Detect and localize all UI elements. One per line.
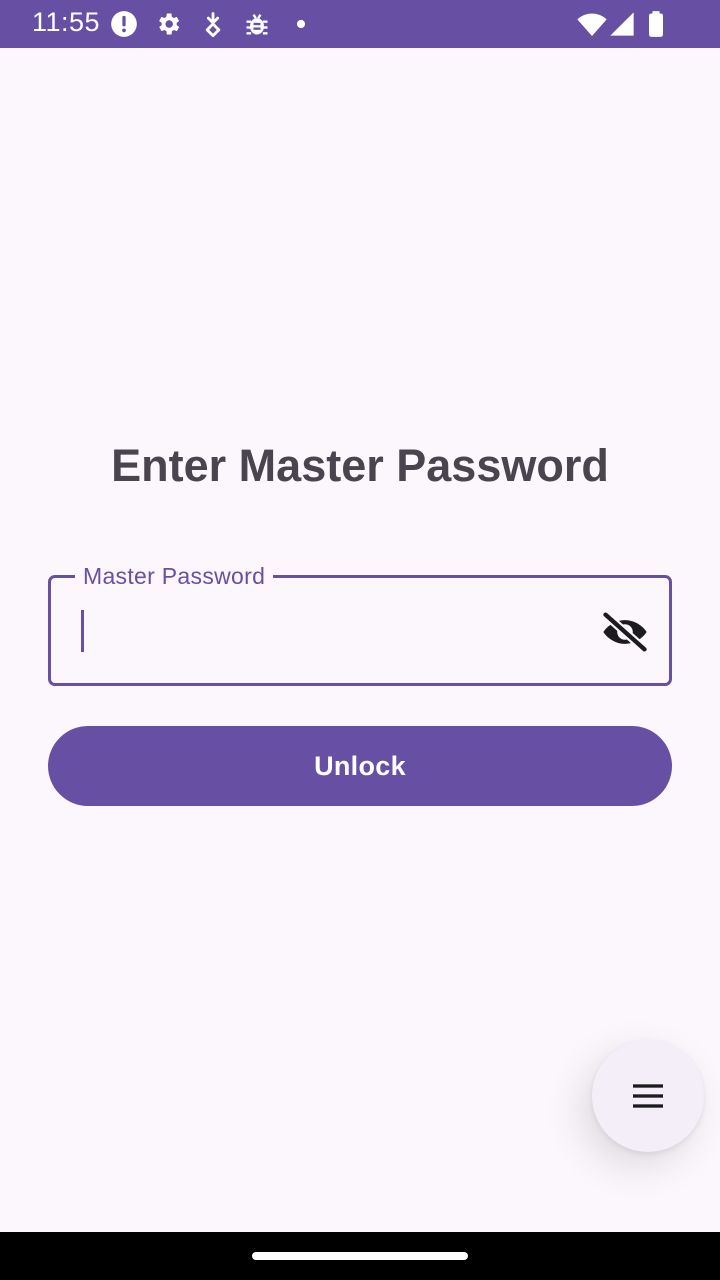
navigation-bar: [0, 1232, 720, 1280]
menu-icon: [633, 1084, 663, 1108]
data-saver-icon: [205, 12, 221, 38]
unlock-button[interactable]: Unlock: [48, 726, 672, 806]
bug-icon: [246, 14, 268, 35]
home-handle[interactable]: [252, 1252, 468, 1260]
master-password-label: Master Password: [75, 561, 274, 591]
visibility-off-icon: [602, 611, 648, 653]
dot-icon: [296, 19, 306, 29]
settings-icon: [159, 13, 180, 35]
menu-fab[interactable]: [592, 1040, 704, 1152]
toggle-visibility-button[interactable]: [599, 606, 651, 658]
text-cursor: [81, 610, 84, 652]
master-password-field[interactable]: Master Password: [48, 561, 672, 686]
status-time: 11:55: [32, 7, 101, 37]
status-bar: 11:55: [0, 0, 720, 48]
alert-icon: [111, 11, 137, 37]
wifi-icon: [577, 13, 607, 36]
signal-icon: [610, 12, 634, 36]
page-title: Enter Master Password: [111, 440, 609, 491]
master-password-input[interactable]: [77, 598, 577, 664]
battery-icon: [649, 11, 663, 37]
